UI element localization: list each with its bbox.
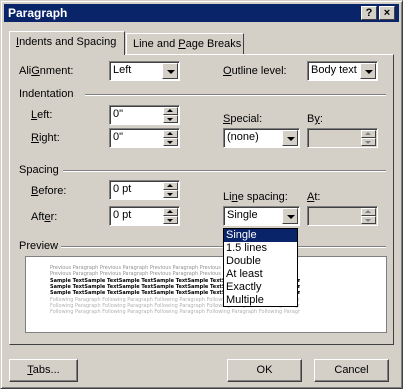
indent-right-label: Right: <box>31 132 60 144</box>
special-dropdown[interactable]: (none) <box>223 128 300 148</box>
line-spacing-option[interactable]: Multiple <box>224 294 297 307</box>
indentation-heading: Indentation <box>19 88 74 100</box>
tab-label-accel: P <box>178 38 186 50</box>
indent-left-value: 0" <box>113 108 124 120</box>
spinner[interactable] <box>163 107 178 123</box>
spin-down-icon[interactable] <box>163 138 178 146</box>
tabs-button[interactable]: Tabs... <box>9 359 78 382</box>
at-input[interactable] <box>307 206 378 226</box>
spin-up-icon[interactable] <box>163 208 178 216</box>
alignment-dropdown[interactable]: Left <box>109 61 180 81</box>
spin-down-icon[interactable] <box>361 138 376 146</box>
outline-level-value: Body text <box>311 64 357 76</box>
spin-down-icon[interactable] <box>163 115 178 123</box>
line-spacing-dropdown[interactable]: Single <box>223 206 300 226</box>
outline-level-dropdown[interactable]: Body text <box>307 61 378 81</box>
cancel-button[interactable]: Cancel <box>314 359 389 382</box>
spin-up-icon[interactable] <box>163 130 178 138</box>
tab-line-and-page-breaks[interactable]: Line and Page Breaks <box>126 33 244 54</box>
spinner[interactable] <box>163 182 178 198</box>
line-spacing-option[interactable]: 1.5 lines <box>224 242 297 255</box>
line-spacing-option[interactable]: Single <box>224 229 297 242</box>
ok-button[interactable]: OK <box>227 359 302 382</box>
paragraph-dialog: Paragraph ? × Indents and Spacing Line a… <box>0 0 403 389</box>
alignment-label: AliGnment: <box>19 65 74 77</box>
tab-label: Line and <box>133 38 179 50</box>
spacing-before-label: Before: <box>31 185 67 197</box>
indent-right-value: 0" <box>113 131 124 143</box>
dialog-title: Paragraph <box>8 6 68 20</box>
indentation-divider <box>85 94 386 96</box>
line-spacing-option[interactable]: At least <box>224 268 297 281</box>
tab-indents-and-spacing[interactable]: Indents and Spacing <box>9 31 125 55</box>
spin-up-icon[interactable] <box>163 107 178 115</box>
indent-left-input[interactable]: 0" <box>109 105 180 125</box>
spacing-before-input[interactable]: 0 pt <box>109 180 180 200</box>
spacing-divider <box>63 170 386 172</box>
close-icon: × <box>383 7 391 19</box>
spacing-heading: Spacing <box>19 164 59 176</box>
spin-down-icon[interactable] <box>163 216 178 224</box>
line-spacing-value: Single <box>227 209 258 221</box>
tab-label: ndents and Spacing <box>19 36 117 48</box>
special-value: (none) <box>227 131 259 143</box>
spinner[interactable] <box>361 208 376 224</box>
chevron-down-icon[interactable] <box>162 63 178 79</box>
spin-up-icon[interactable] <box>163 182 178 190</box>
at-label: At: <box>307 191 321 203</box>
indent-left-label: Left: <box>31 109 53 121</box>
spacing-after-value: 0 pt <box>113 209 132 221</box>
tab-label: age Breaks <box>185 38 242 50</box>
alignment-value: Left <box>113 64 132 76</box>
spacing-before-value: 0 pt <box>113 183 132 195</box>
spin-up-icon[interactable] <box>361 208 376 216</box>
outline-level-label: Outline level: <box>223 65 287 77</box>
spinner[interactable] <box>361 130 376 146</box>
by-input[interactable] <box>307 128 378 148</box>
title-bar[interactable]: Paragraph ? × <box>4 4 399 22</box>
spin-up-icon[interactable] <box>361 130 376 138</box>
preview-following-paragraph: Following Paragraph Following Paragraph … <box>50 309 300 315</box>
line-spacing-label: Line spacing: <box>223 191 288 203</box>
chevron-down-icon[interactable] <box>282 130 298 146</box>
help-icon: ? <box>365 7 373 19</box>
help-button[interactable]: ? <box>361 6 377 20</box>
spacing-after-input[interactable]: 0 pt <box>109 206 180 226</box>
spacing-after-label: After: <box>31 211 58 223</box>
spinner[interactable] <box>163 130 178 146</box>
indent-right-input[interactable]: 0" <box>109 128 180 148</box>
by-label: By: <box>307 113 323 125</box>
line-spacing-option[interactable]: Exactly <box>224 281 297 294</box>
line-spacing-options-list[interactable]: Single 1.5 lines Double At least Exactly Mult… <box>223 228 298 307</box>
close-button[interactable]: × <box>379 6 395 20</box>
spinner[interactable] <box>163 208 178 224</box>
line-spacing-option[interactable]: Double <box>224 255 297 268</box>
chevron-down-icon[interactable] <box>282 208 298 224</box>
chevron-down-icon[interactable] <box>360 63 376 79</box>
special-label: Special: <box>223 113 263 125</box>
preview-heading: Preview <box>19 240 59 252</box>
spin-down-icon[interactable] <box>163 190 178 198</box>
spin-down-icon[interactable] <box>361 216 376 224</box>
preview-box: Previous Paragraph Previous Paragraph Pr… <box>25 256 387 333</box>
